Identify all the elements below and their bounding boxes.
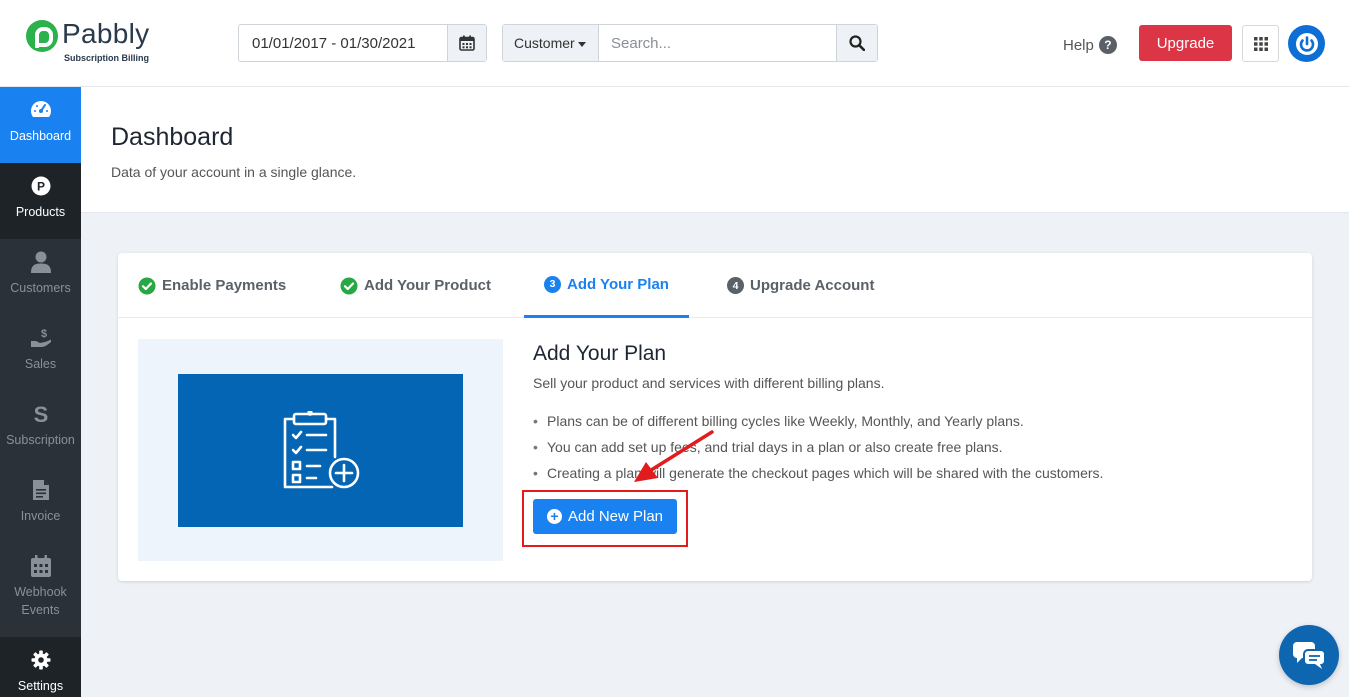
sidebar-item-dashboard[interactable]: Dashboard	[0, 87, 81, 163]
add-new-plan-button[interactable]: + Add New Plan	[533, 499, 677, 534]
chat-widget-button[interactable]	[1279, 625, 1339, 685]
tab-label: Upgrade Account	[750, 277, 875, 294]
logo-mark-icon	[26, 20, 58, 52]
question-icon: ?	[1098, 36, 1117, 54]
calendar-button[interactable]	[447, 25, 486, 61]
sidebar-item-invoice[interactable]: Invoice	[0, 467, 81, 543]
sidebar-item-webhook-events[interactable]: Webhook Events	[0, 543, 81, 635]
page-header: Dashboard Data of your account in a sing…	[81, 87, 1349, 213]
sidebar-item-label: Products	[15, 205, 66, 219]
annotation-arrow-icon	[634, 430, 714, 482]
search-icon	[849, 35, 865, 51]
step-tabs: Enable Payments Add Your Product 3 Add Y…	[118, 253, 1312, 318]
logo-tagline: Subscription Billing	[64, 53, 149, 63]
pabbly-logo[interactable]: Pabbly Subscription Billing	[26, 18, 156, 66]
tab-label: Add Your Product	[364, 277, 491, 294]
subscription-icon: S	[30, 403, 52, 425]
panel-title: Add Your Plan	[533, 342, 667, 365]
tab-enable-payments[interactable]: Enable Payments	[138, 253, 286, 318]
customers-icon	[30, 251, 52, 273]
top-header: Pabbly Subscription Billing 01/01/2017 -…	[0, 0, 1349, 87]
tab-label: Add Your Plan	[567, 275, 669, 293]
onboarding-card: Enable Payments Add Your Product 3 Add Y…	[118, 253, 1312, 581]
sidebar-item-label: Subscription	[6, 433, 75, 447]
sidebar-item-label: Invoice	[20, 509, 61, 523]
button-label: Add New Plan	[567, 508, 664, 525]
chat-icon	[1293, 642, 1326, 669]
check-circle-icon	[138, 277, 156, 294]
sidebar-item-label: Customers	[10, 281, 71, 295]
search-group: Customer	[502, 24, 878, 62]
products-icon: P	[30, 175, 52, 197]
calendar-icon	[30, 555, 52, 577]
sidebar-item-label: Sales	[24, 357, 57, 371]
list-item: Creating a plan will generate the checko…	[533, 464, 1103, 490]
grid-icon	[1253, 36, 1268, 51]
page-title: Dashboard	[111, 123, 234, 151]
sidebar-item-label: Webhook Events	[14, 585, 67, 617]
date-range-value: 01/01/2017 - 01/30/2021	[252, 35, 416, 52]
svg-text:S: S	[33, 403, 48, 425]
sidebar-item-sales[interactable]: $ Sales	[0, 315, 81, 391]
upgrade-button[interactable]: Upgrade	[1139, 25, 1232, 61]
svg-text:$: $	[40, 328, 46, 340]
sales-icon: $	[30, 327, 52, 349]
svg-text:P: P	[36, 180, 44, 194]
help-label: Help	[1063, 36, 1094, 54]
page-subtitle: Data of your account in a single glance.	[111, 164, 357, 180]
sidebar-item-products[interactable]: P Products	[0, 163, 81, 239]
search-scope-value: Customer	[514, 35, 575, 51]
tab-label: Enable Payments	[162, 277, 287, 294]
search-input[interactable]	[599, 25, 837, 61]
sidebar: Dashboard P Products Customers $ Sales S…	[0, 87, 81, 697]
logo-name: Pabbly	[62, 18, 150, 49]
plus-circle-icon: +	[546, 509, 562, 524]
tab-add-your-product[interactable]: Add Your Product	[340, 253, 491, 318]
step-number-badge: 4	[727, 277, 744, 294]
calendar-icon	[459, 35, 475, 51]
sidebar-item-label: Dashboard	[9, 129, 72, 143]
sidebar-item-settings[interactable]: Settings	[0, 637, 81, 697]
account-button[interactable]	[1288, 25, 1325, 62]
power-icon	[1295, 32, 1318, 55]
dashboard-icon	[30, 99, 52, 121]
list-item: You can add set up fees, and trial days …	[533, 438, 1103, 464]
invoice-icon	[30, 479, 52, 501]
help-link[interactable]: Help ?	[1063, 36, 1117, 54]
date-range-picker[interactable]: 01/01/2017 - 01/30/2021	[238, 24, 487, 62]
search-scope-select[interactable]: Customer	[503, 25, 599, 61]
sidebar-item-customers[interactable]: Customers	[0, 239, 81, 315]
check-circle-icon	[340, 277, 358, 294]
chevron-down-icon	[577, 41, 586, 47]
step-number-badge: 3	[544, 275, 561, 293]
tab-upgrade-account[interactable]: 4 Upgrade Account	[727, 253, 874, 318]
sidebar-item-subscription[interactable]: S Subscription	[0, 391, 81, 467]
feature-list: Plans can be of different billing cycles…	[533, 412, 1103, 490]
clipboard-add-icon	[283, 410, 359, 488]
search-button[interactable]	[836, 25, 877, 61]
tab-add-your-plan[interactable]: 3 Add Your Plan	[524, 253, 689, 318]
panel-subtitle: Sell your product and services with diff…	[533, 375, 885, 391]
sidebar-item-label: Settings	[17, 679, 64, 693]
list-item: Plans can be of different billing cycles…	[533, 412, 1103, 438]
plan-illustration	[178, 374, 463, 527]
gear-icon	[30, 649, 52, 671]
apps-button[interactable]	[1242, 25, 1279, 62]
